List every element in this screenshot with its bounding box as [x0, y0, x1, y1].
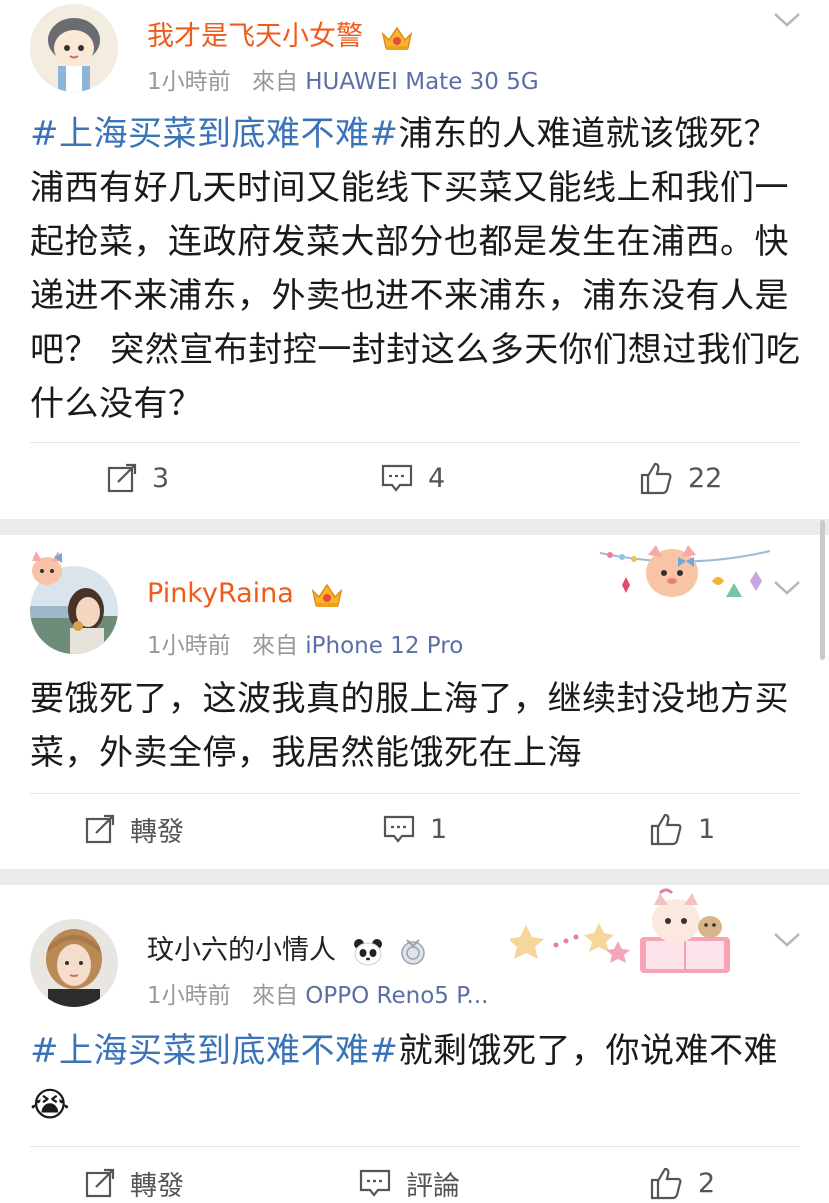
like-count: 2	[698, 1167, 716, 1199]
comment-button[interactable]: 評論	[358, 1163, 460, 1203]
post-meta: 1小時前 來自 HUAWEI Mate 30 5G	[147, 62, 539, 96]
like-count: 1	[698, 813, 716, 845]
decoration-banner	[510, 888, 730, 973]
chevron-down-icon[interactable]	[772, 578, 802, 598]
comment-button[interactable]: 4	[380, 458, 445, 498]
divider	[30, 793, 800, 794]
decoration-banner	[600, 545, 771, 597]
like-button[interactable]: 1	[648, 809, 715, 849]
post-separator	[0, 519, 829, 535]
like-icon	[650, 813, 682, 846]
comment-icon	[383, 815, 415, 843]
repost-icon	[85, 1168, 115, 1198]
repost-button[interactable]: 3	[106, 458, 169, 498]
repost-button[interactable]: 轉發	[84, 1163, 184, 1203]
repost-label: 轉發	[130, 1170, 184, 1202]
post-content: 要饿死了，这波我真的服上海了，继续封没地方买菜，外卖全停，我居然能饿死在上海	[30, 672, 805, 780]
username[interactable]: 我才是飞天小女警	[147, 14, 414, 53]
device-link[interactable]: HUAWEI Mate 30 5G	[305, 69, 538, 95]
post-time: 1小時前	[147, 633, 231, 659]
post-text: 浦东的人难道就该饿死？浦西有好几天时间又能线下买菜又能线上和我们一起抢菜，连政府…	[30, 114, 801, 424]
post-time: 1小時前	[147, 69, 231, 95]
hashtag-link[interactable]: #上海买菜到底难不难#	[30, 114, 398, 154]
repost-count: 3	[152, 462, 170, 494]
post-separator	[0, 869, 829, 885]
like-count: 22	[688, 462, 723, 494]
hashtag-link[interactable]: #上海买菜到底难不难#	[30, 1031, 398, 1071]
vip-crown-icon	[381, 26, 412, 50]
repost-label: 轉發	[130, 816, 184, 848]
repost-button[interactable]: 轉發	[84, 809, 184, 849]
post-meta: 1小時前 來自 iPhone 12 Pro	[147, 626, 463, 660]
comment-count: 1	[430, 813, 448, 845]
device-link[interactable]: iPhone 12 Pro	[305, 633, 463, 659]
username[interactable]: 玟小六的小情人	[147, 928, 427, 967]
from-label: 來自	[251, 69, 298, 95]
post-meta: 1小時前 來自 OPPO Reno5 P...	[147, 976, 488, 1010]
post-1: 我才是飞天小女警 1小時前 來自 HUAWEI Mate 30 5G #上海买菜…	[0, 0, 829, 520]
repost-icon	[107, 463, 137, 493]
like-icon	[650, 1167, 682, 1200]
crying-emoji-icon: 😭	[30, 1085, 71, 1125]
medal-icon	[401, 938, 425, 965]
device-link[interactable]: OPPO Reno5 P...	[305, 983, 488, 1009]
post-content: #上海买菜到底难不难#就剩饿死了，你说难不难 😭	[30, 1024, 805, 1132]
like-button[interactable]: 2	[648, 1163, 715, 1203]
vip-crown-icon	[312, 583, 343, 607]
post-time: 1小時前	[147, 983, 231, 1009]
avatar[interactable]	[30, 4, 118, 92]
comment-count: 4	[428, 462, 446, 494]
avatar-pendant	[32, 551, 62, 585]
post-text: 就剩饿死了，你说难不难	[398, 1031, 778, 1071]
post-2: PinkyRaina 1小時前 來自 iPhone 12 Pro 要饿死了，这波…	[0, 535, 829, 870]
comment-icon	[381, 464, 413, 492]
from-label: 來自	[251, 633, 298, 659]
from-label: 來自	[251, 983, 298, 1009]
scrollbar[interactable]	[820, 520, 825, 660]
chevron-down-icon[interactable]	[772, 930, 802, 950]
username[interactable]: PinkyRaina	[147, 578, 344, 609]
chevron-down-icon[interactable]	[772, 10, 802, 30]
panda-icon	[353, 938, 382, 965]
post-3: 玟小六的小情人 1小時前 來自 OPPO Reno5 P... #上海买菜到底难…	[0, 885, 829, 1203]
avatar[interactable]	[30, 919, 118, 1007]
post-content: #上海买菜到底难不难#浦东的人难道就该饿死？浦西有好几天时间又能线下买菜又能线上…	[30, 107, 805, 431]
divider	[30, 1146, 800, 1147]
comment-button[interactable]: 1	[382, 809, 447, 849]
divider	[30, 442, 800, 443]
post-text: 要饿死了，这波我真的服上海了，继续封没地方买菜，外卖全停，我居然能饿死在上海	[30, 679, 789, 773]
like-button[interactable]: 22	[638, 458, 722, 498]
repost-icon	[85, 814, 115, 844]
like-icon	[640, 462, 672, 495]
comment-icon	[359, 1169, 391, 1197]
comment-label: 評論	[406, 1170, 460, 1202]
